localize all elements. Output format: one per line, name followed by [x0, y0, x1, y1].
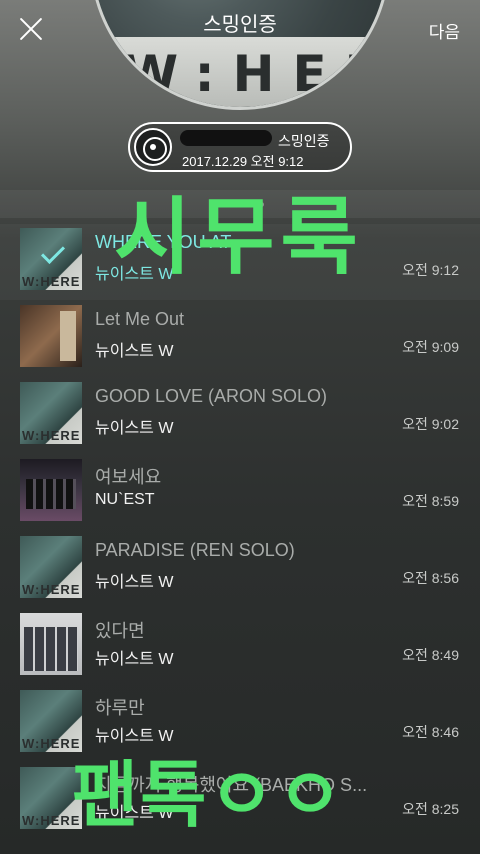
disc-icon: [134, 128, 172, 166]
track-title: Let Me Out: [95, 309, 185, 329]
certification-badge: 스밍인증 2017.12.29 오전 9:12: [128, 122, 352, 172]
track-played-time: 오전 9:12: [402, 262, 459, 278]
track-played-time: 오전 8:49: [402, 647, 459, 663]
track-row[interactable]: W:HERE GOOD LOVE (ARON SOLO) 뉴이스트 W 오전 9:02: [0, 378, 480, 454]
track-title: 하루만: [95, 698, 145, 718]
track-row[interactable]: 있다면뉴이스트 W 오전 8:49: [0, 609, 480, 685]
hero-title: 스밍인증: [203, 14, 277, 36]
where-album-icon: W:HERE: [20, 536, 82, 598]
next-button[interactable]: 다음: [429, 18, 460, 43]
track-title: PARADISE (REN SOLO): [95, 540, 295, 560]
track-played-time: 오전 8:25: [402, 801, 459, 817]
marker-text-top: 시무룩: [114, 188, 364, 286]
album-art-word: W:HERE: [22, 428, 81, 443]
track-title: GOOD LOVE (ARON SOLO): [95, 386, 328, 406]
where-album-icon: W:HERE: [20, 382, 82, 444]
track-artist: 뉴이스트 W: [95, 343, 174, 360]
track-played-time: 오전 8:46: [402, 724, 459, 740]
track-artist: 뉴이스트 W: [95, 574, 174, 591]
track-artist: 뉴이스트 W: [95, 420, 174, 437]
track-row[interactable]: W:HERE PARADISE (REN SOLO) 뉴이스트 W 오전 8:56: [0, 532, 480, 608]
album-art-word: W:HERE: [123, 45, 387, 103]
track-row[interactable]: 여보세요 NU`EST 오전 8:59: [0, 455, 480, 531]
hello-album-icon: [20, 459, 82, 521]
track-played-time: 오전 8:59: [402, 493, 459, 509]
track-artist: NU`EST: [95, 491, 155, 508]
track-played-time: 오전 9:02: [402, 416, 459, 432]
track-artist: 뉴이스트 W: [95, 651, 174, 668]
track-title: 있다면: [95, 621, 145, 641]
track-row[interactable]: Let Me Out 뉴이스트 W 오전 9:09: [0, 301, 480, 377]
album-art-hero: W:HERE 스밍인증: [90, 0, 390, 110]
let-me-out-album-icon: [20, 305, 82, 367]
badge-datetime: 2017.12.29 오전 9:12: [182, 154, 304, 169]
track-title: 여보세요: [95, 467, 162, 487]
if-you-album-icon: [20, 613, 82, 675]
marker-text-bottom: 팬톡ㅇㅇ: [72, 753, 345, 837]
track-played-time: 오전 8:56: [402, 570, 459, 586]
streaming-certification-screen: W:HERE 스밍인증 다음 스밍인증 2017.12.29 오전 9:12 W…: [0, 0, 480, 854]
track-played-time: 오전 9:09: [402, 339, 459, 355]
album-art-word: W:HERE: [22, 274, 81, 289]
redaction-scribble: [180, 130, 272, 146]
badge-label: 스밍인증: [278, 133, 330, 149]
close-icon[interactable]: [16, 14, 46, 44]
album-art-word: W:HERE: [22, 582, 81, 597]
